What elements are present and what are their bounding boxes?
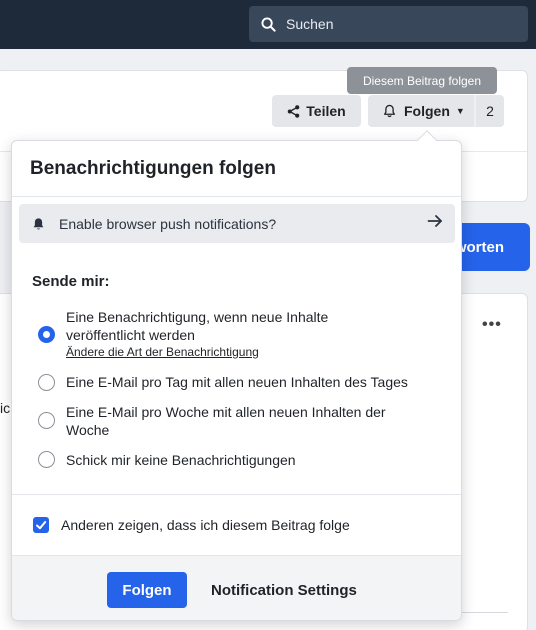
popover-footer: Folgen Notification Settings — [12, 555, 461, 620]
popover-divider — [12, 196, 461, 197]
show-others-label: Anderen zeigen, dass ich diesem Beitrag … — [61, 517, 350, 533]
follow-count[interactable]: 2 — [476, 103, 504, 119]
bell-icon — [33, 217, 44, 230]
more-horizontal-icon[interactable]: ••• — [482, 316, 502, 334]
popover-divider — [12, 494, 461, 495]
search-placeholder: Suchen — [286, 16, 334, 32]
radio-notification[interactable] — [38, 326, 55, 343]
push-notification-prompt[interactable]: Enable browser push notifications? — [19, 204, 455, 243]
send-me-heading: Sende mir: — [32, 273, 110, 290]
radio-weekly-email[interactable] — [38, 412, 55, 429]
change-notification-type-link[interactable]: Ändere die Art der Benachrichtigung — [66, 345, 259, 359]
share-icon — [288, 104, 300, 118]
follow-label: Folgen — [404, 103, 450, 119]
push-prompt-label: Enable browser push notifications? — [59, 215, 277, 232]
card-divider — [462, 612, 508, 613]
caret-down-icon: ▼ — [455, 106, 465, 116]
show-others-checkbox[interactable] — [33, 517, 49, 533]
arrow-right-icon — [427, 215, 442, 227]
search-field[interactable]: Suchen — [249, 6, 528, 42]
card-text-fragment: ic — [0, 400, 11, 416]
option-notification-label: Eine Benachrichtigung, wenn neue Inhalte… — [66, 309, 329, 343]
notification-settings-button[interactable]: Notification Settings — [211, 572, 357, 608]
checkmark-icon — [36, 521, 47, 530]
popover-title: Benachrichtigungen folgen — [30, 158, 276, 179]
radio-daily-email[interactable] — [38, 374, 55, 391]
radio-no-notifications[interactable] — [38, 451, 55, 468]
option-daily-email-label: Eine E-Mail pro Tag mit allen neuen Inha… — [66, 374, 408, 390]
follow-popover: Benachrichtigungen folgen Enable browser… — [11, 140, 462, 621]
option-no-notifications-label: Schick mir keine Benachrichtigungen — [66, 452, 296, 468]
search-icon — [261, 16, 276, 32]
bell-icon — [384, 104, 395, 118]
follow-submit-button[interactable]: Folgen — [107, 572, 187, 608]
option-weekly-email-label: Eine E-Mail pro Woche mit allen neuen In… — [66, 404, 386, 438]
share-button[interactable]: Teilen — [272, 95, 361, 127]
follow-tooltip: Diesem Beitrag folgen — [347, 67, 497, 94]
reply-button-label: worten — [454, 238, 504, 256]
follow-button[interactable]: Folgen ▼ 2 — [368, 95, 504, 127]
share-label: Teilen — [306, 103, 346, 119]
top-bar: Suchen — [0, 0, 536, 49]
